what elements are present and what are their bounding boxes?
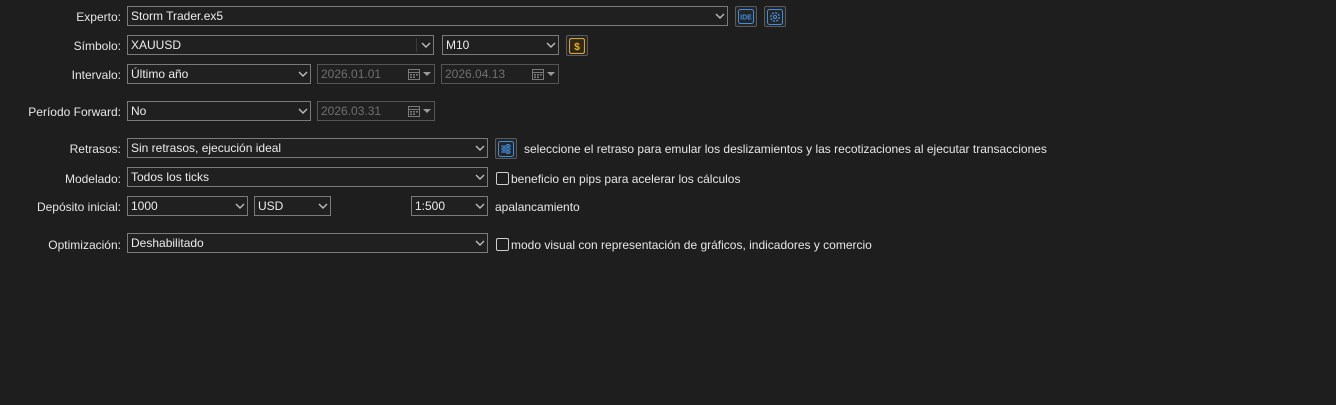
- leverage-value: 1:500: [415, 199, 446, 213]
- deposit-label: Depósito inicial:: [36, 200, 121, 214]
- chevron-down-icon: [475, 240, 485, 246]
- chevron-down-icon: [298, 108, 308, 114]
- visual-mode-checkbox[interactable]: [496, 238, 509, 251]
- sliders-icon: [498, 141, 514, 157]
- chevron-down-icon: [475, 203, 485, 209]
- symbol-value: XAUUSD: [131, 38, 182, 52]
- symbol-select[interactable]: XAUUSD: [127, 35, 434, 55]
- date-to-value: 2026.04.13: [445, 67, 506, 81]
- optimization-label: Optimización:: [48, 238, 121, 252]
- chevron-down-icon: [298, 71, 308, 77]
- divider: [416, 38, 417, 52]
- optimization-value: Deshabilitado: [131, 236, 204, 250]
- date-from-picker[interactable]: 2026.01.01: [317, 64, 435, 84]
- calendar-icon: [408, 69, 420, 80]
- expert-select[interactable]: Storm Trader.ex5: [127, 6, 728, 26]
- interval-label: Intervalo:: [71, 68, 121, 82]
- date-to-picker[interactable]: 2026.04.13: [441, 64, 559, 84]
- ide-icon-text: IDE: [740, 15, 752, 22]
- visual-mode-label: modo visual con representación de gráfic…: [511, 238, 872, 252]
- leverage-select[interactable]: 1:500: [411, 196, 488, 216]
- leverage-label: apalancamiento: [495, 200, 580, 214]
- tester-settings-panel: Experto: Storm Trader.ex5 IDE Símbolo: X…: [0, 0, 1336, 405]
- interval-select[interactable]: Último año: [127, 64, 311, 84]
- dropdown-arrow-icon: [423, 109, 431, 113]
- delays-hint: seleccione el retraso para emular los de…: [524, 142, 1047, 156]
- chevron-down-icon: [715, 13, 725, 19]
- dollar-icon: $: [569, 38, 585, 54]
- timeframe-value: M10: [446, 38, 470, 52]
- delays-value: Sin retrasos, ejecución ideal: [131, 141, 282, 155]
- calendar-icon: [532, 69, 544, 80]
- chevron-down-icon: [421, 42, 431, 48]
- expert-settings-button[interactable]: [764, 6, 786, 27]
- date-from-value: 2026.01.01: [321, 67, 382, 81]
- timeframe-select[interactable]: M10: [442, 35, 559, 55]
- delays-settings-button[interactable]: [495, 138, 517, 159]
- dollar-icon-text: $: [574, 42, 580, 53]
- pips-profit-label: beneficio en pips para acelerar los cálc…: [511, 172, 741, 186]
- forward-select[interactable]: No: [127, 101, 311, 121]
- gear-icon: [767, 9, 783, 25]
- interval-value: Último año: [131, 67, 189, 81]
- forward-date-picker[interactable]: 2026.03.31: [317, 101, 435, 121]
- modeling-select[interactable]: Todos los ticks: [127, 167, 488, 187]
- forward-date-value: 2026.03.31: [321, 104, 382, 118]
- chevron-down-icon: [546, 42, 556, 48]
- chevron-down-icon: [475, 145, 485, 151]
- calendar-icon: [408, 106, 420, 117]
- delays-select[interactable]: Sin retrasos, ejecución ideal: [127, 138, 488, 158]
- symbol-specs-button[interactable]: $: [566, 35, 588, 56]
- ide-icon: IDE: [738, 9, 754, 24]
- forward-label: Período Forward:: [28, 105, 121, 119]
- dropdown-arrow-icon: [423, 72, 431, 76]
- expert-value: Storm Trader.ex5: [131, 9, 224, 23]
- pips-profit-checkbox[interactable]: [496, 172, 509, 185]
- dropdown-arrow-icon: [547, 72, 555, 76]
- chevron-down-icon: [235, 203, 245, 209]
- currency-select[interactable]: USD: [254, 196, 331, 216]
- deposit-value: 1000: [131, 199, 158, 213]
- modeling-value: Todos los ticks: [131, 170, 210, 184]
- optimization-select[interactable]: Deshabilitado: [127, 233, 488, 253]
- deposit-input[interactable]: 1000: [127, 196, 248, 216]
- ide-button[interactable]: IDE: [735, 6, 757, 27]
- currency-value: USD: [258, 199, 284, 213]
- forward-value: No: [131, 104, 147, 118]
- chevron-down-icon: [318, 203, 328, 209]
- delays-label: Retrasos:: [69, 142, 121, 156]
- expert-label: Experto:: [76, 10, 121, 24]
- modeling-label: Modelado:: [64, 172, 121, 186]
- chevron-down-icon: [475, 174, 485, 180]
- symbol-label: Símbolo:: [73, 39, 121, 53]
